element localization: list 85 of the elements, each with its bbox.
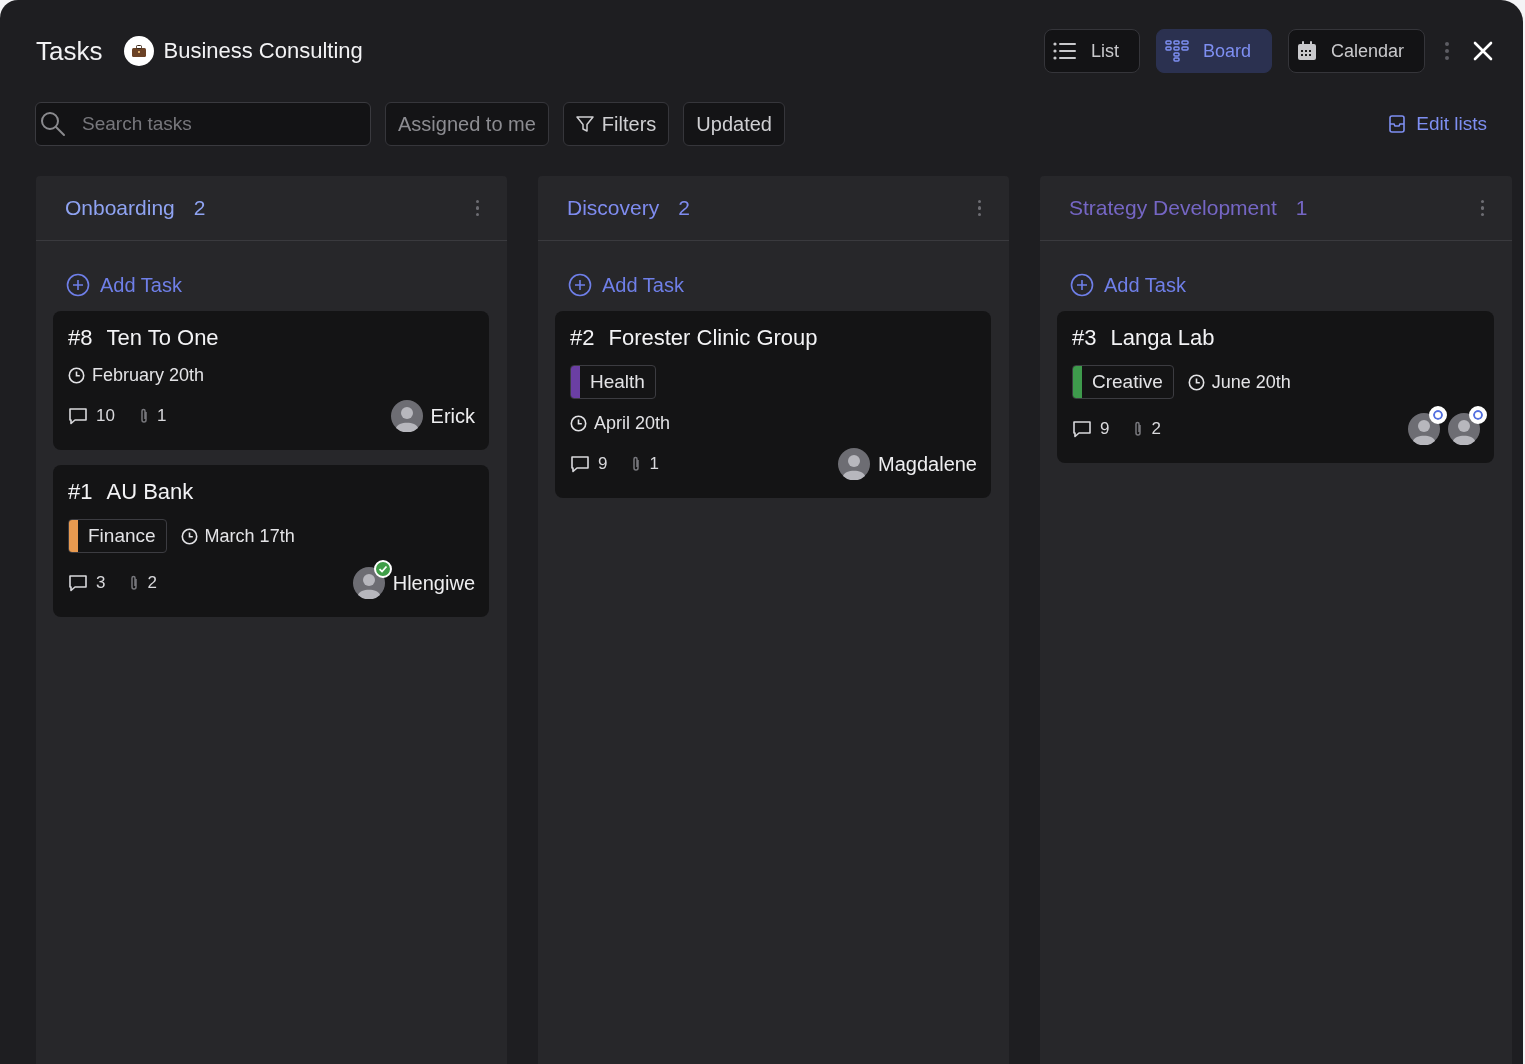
task-card[interactable]: #2 Forester Clinic Group Health April 20th 9 1 Magdalene (555, 311, 991, 498)
plus-circle-icon (66, 273, 90, 297)
due-date: April 20th (594, 413, 671, 434)
avatar[interactable] (838, 448, 871, 480)
comment-icon (68, 407, 88, 425)
search-icon (40, 111, 66, 137)
avatar[interactable] (1408, 413, 1440, 445)
column-title: Discovery (567, 196, 660, 220)
briefcase-icon (124, 36, 155, 66)
task-number: #8 (68, 325, 93, 351)
clock-icon (180, 527, 198, 545)
search-field[interactable]: Search tasks (35, 102, 371, 146)
due-date: March 17th (204, 525, 295, 547)
column-menu-icon[interactable] (1480, 199, 1484, 217)
due-date: February 20th (92, 365, 205, 386)
ring-badge-icon (1429, 406, 1447, 424)
category-tag: Finance (68, 519, 167, 553)
column-menu-icon[interactable] (475, 199, 479, 217)
filters-button[interactable]: Filters (562, 102, 670, 146)
assignee-name: Hlengiwe (392, 571, 475, 595)
avatar[interactable] (1448, 413, 1480, 445)
board-icon (1164, 40, 1189, 62)
paperclip-icon (129, 575, 140, 591)
assigned-to-me-button[interactable]: Assigned to me (385, 102, 549, 146)
due-date: June 20th (1211, 371, 1291, 393)
task-count: 2 (193, 196, 206, 220)
category-tag: Health (570, 365, 656, 399)
clock-icon (570, 415, 587, 432)
task-number: #1 (68, 479, 93, 505)
close-button[interactable] (1473, 41, 1493, 61)
task-card[interactable]: #8 Ten To One February 20th 10 1 Erick (53, 311, 489, 450)
view-tab[interactable]: Calendar (1287, 29, 1425, 73)
edit-lists-link[interactable]: Edit lists (1388, 113, 1487, 135)
project-name: Business Consulting (163, 38, 363, 64)
comment-count: 10 (96, 406, 115, 426)
column-title: Onboarding (65, 196, 175, 220)
comment-count: 9 (598, 454, 608, 474)
ring-badge-icon (1469, 406, 1487, 424)
comment-icon (1072, 420, 1092, 438)
add-task-button[interactable]: Add Task (1057, 273, 1494, 297)
comment-icon (68, 574, 88, 592)
avatar[interactable] (390, 400, 423, 432)
clock-icon (1187, 373, 1205, 391)
task-title: Ten To One (106, 325, 219, 351)
attachment-count: 2 (1151, 419, 1161, 439)
task-count: 1 (1295, 196, 1308, 220)
add-task-button[interactable]: Add Task (53, 273, 489, 297)
attachment-count: 1 (649, 454, 659, 474)
task-card[interactable]: #3 Langa Lab Creative June 20th 9 2 (1057, 311, 1494, 463)
paperclip-icon (138, 408, 149, 424)
inbox-tray-icon (1388, 115, 1407, 133)
clock-icon (68, 367, 85, 384)
view-tab[interactable]: Board (1155, 29, 1272, 73)
attachment-count: 1 (156, 406, 167, 426)
sort-button[interactable]: Updated (683, 102, 785, 146)
task-title: AU Bank (106, 479, 194, 505)
column-title: Strategy Development (1069, 196, 1277, 220)
assignee-name: Magdalene (878, 452, 977, 476)
add-task-button[interactable]: Add Task (555, 273, 991, 297)
task-title: Forester Clinic Group (608, 325, 818, 351)
more-options-icon[interactable] (1445, 42, 1449, 60)
plus-circle-icon (1070, 273, 1094, 297)
window-title: Tasks (36, 35, 103, 67)
comment-count: 9 (1100, 419, 1110, 439)
comment-count: 3 (96, 573, 106, 593)
list-icon (1052, 42, 1077, 60)
check-badge-icon (373, 560, 392, 578)
plus-circle-icon (568, 273, 592, 297)
avatar[interactable] (352, 567, 385, 599)
task-card[interactable]: #1 AU Bank Finance March 17th 3 2 Hlengiwe (53, 465, 489, 617)
category-tag: Creative (1072, 365, 1174, 399)
task-number: #2 (570, 325, 595, 351)
view-tab[interactable]: List (1043, 29, 1140, 73)
calendar-icon (1296, 41, 1317, 61)
assignee-name: Erick (430, 404, 475, 428)
column-menu-icon[interactable] (977, 199, 981, 217)
task-number: #3 (1072, 325, 1097, 351)
comment-icon (570, 455, 590, 473)
search-input[interactable]: Search tasks (80, 112, 362, 136)
attachment-count: 2 (147, 573, 157, 593)
paperclip-icon (631, 456, 642, 472)
task-title: Langa Lab (1110, 325, 1215, 351)
paperclip-icon (1133, 421, 1144, 437)
filter-icon (575, 115, 594, 133)
task-count: 2 (678, 196, 690, 220)
